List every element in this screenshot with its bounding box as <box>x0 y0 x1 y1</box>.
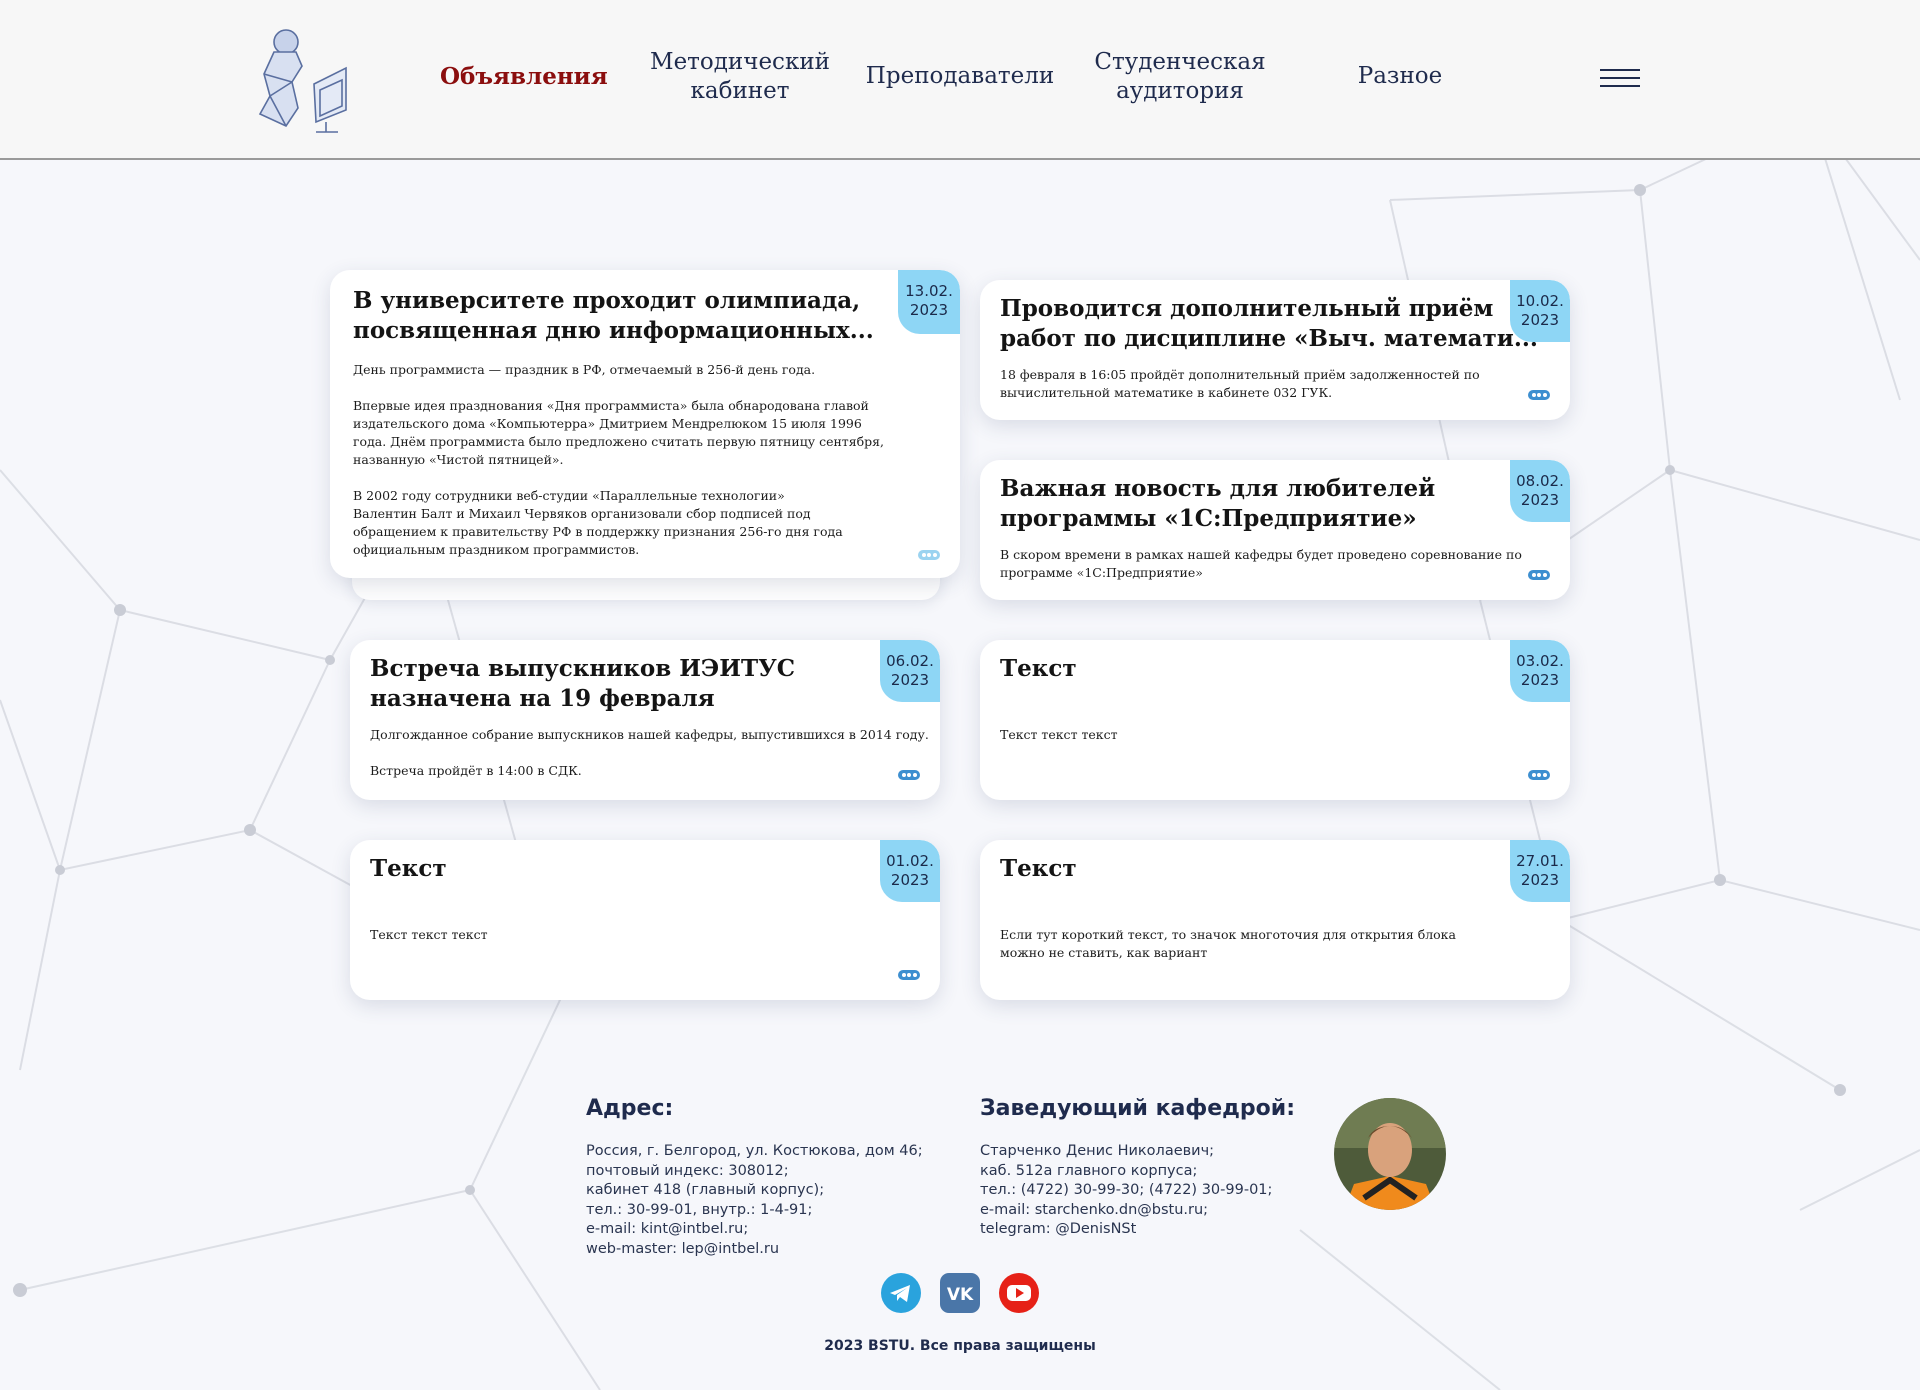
more-dots-icon[interactable] <box>1528 570 1550 580</box>
more-dots-icon[interactable] <box>898 970 920 980</box>
nav-misc[interactable]: Разное <box>1300 62 1500 91</box>
news-card-text: Долгожданное собрание выпускников нашей … <box>370 727 929 778</box>
nav-student-auditorium[interactable]: Студенческая аудитория <box>1080 48 1280 106</box>
news-card-text: Текст текст текст <box>370 927 488 942</box>
head-avatar <box>1334 1098 1446 1210</box>
background-network-pattern <box>0 105 1920 1390</box>
news-card-title: В университете проходит олимпиада, посвя… <box>353 287 874 344</box>
news-card[interactable]: Проводится дополнительный приём работ по… <box>980 280 1570 420</box>
more-dots-icon[interactable] <box>1528 390 1550 400</box>
youtube-icon[interactable] <box>998 1272 1040 1314</box>
news-card[interactable]: Текст 03.02. 2023 Текст текст текст <box>980 640 1570 800</box>
site-header: Объявления Методический кабинет Преподав… <box>0 0 1920 160</box>
address-title: Адрес: <box>586 1096 674 1121</box>
nav-teachers[interactable]: Преподаватели <box>860 62 1060 91</box>
news-card-text: 18 февраля в 16:05 пройдёт дополнительны… <box>1000 367 1480 400</box>
news-card-date: 01.02. 2023 <box>880 840 940 902</box>
news-card-date: 03.02. 2023 <box>1510 640 1570 702</box>
more-dots-icon[interactable] <box>898 770 920 780</box>
hamburger-icon[interactable] <box>1600 69 1640 89</box>
copyright-text: 2023 BSTU. Все права защищены <box>824 1338 1096 1354</box>
head-title: Заведующий кафедрой: <box>980 1096 1295 1121</box>
nav-methodical-cabinet[interactable]: Методический кабинет <box>640 48 840 106</box>
telegram-icon[interactable] <box>880 1272 922 1314</box>
news-card-title: Текст <box>370 855 447 882</box>
news-card-date: 13.02. 2023 <box>898 270 960 334</box>
more-dots-icon[interactable] <box>918 550 940 560</box>
svg-text:VK: VK <box>947 1285 974 1305</box>
news-card-text: Если тут короткий текст, то значок много… <box>1000 927 1456 960</box>
news-card-title: Важная новость для любителей программы «… <box>1000 475 1436 532</box>
news-card[interactable]: Текст 27.01. 2023 Если тут короткий текс… <box>980 840 1570 1000</box>
news-card[interactable]: Текст 01.02. 2023 Текст текст текст <box>350 840 940 1000</box>
address-text: Россия, г. Белгород, ул. Костюкова, дом … <box>586 1143 923 1257</box>
vk-icon[interactable]: VK <box>939 1272 981 1314</box>
news-card-text: День программиста — праздник в РФ, отмеч… <box>353 362 884 557</box>
news-card-date: 06.02. 2023 <box>880 640 940 702</box>
news-card-date: 10.02. 2023 <box>1510 280 1570 342</box>
nav-announcements[interactable]: Объявления <box>440 62 608 91</box>
head-text: Старченко Денис Николаевич; каб. 512а гл… <box>980 1143 1273 1237</box>
thinker-logo-icon[interactable] <box>246 22 354 134</box>
news-card-title: Текст <box>1000 855 1077 882</box>
news-card[interactable]: Важная новость для любителей программы «… <box>980 460 1570 600</box>
news-card-text: В скором времени в рамках нашей кафедры … <box>1000 547 1522 580</box>
news-card-title: Встреча выпускников ИЭИТУС назначена на … <box>370 655 796 712</box>
news-card-text: Текст текст текст <box>1000 727 1118 742</box>
news-card-title: Проводится дополнительный приём работ по… <box>1000 295 1538 352</box>
news-card[interactable]: Встреча выпускников ИЭИТУС назначена на … <box>350 640 940 800</box>
more-dots-icon[interactable] <box>1528 770 1550 780</box>
news-card-date: 08.02. 2023 <box>1510 460 1570 522</box>
news-card-title: Текст <box>1000 655 1077 682</box>
news-card-date: 27.01. 2023 <box>1510 840 1570 902</box>
news-card[interactable]: В университете проходит олимпиада, посвя… <box>330 270 960 578</box>
